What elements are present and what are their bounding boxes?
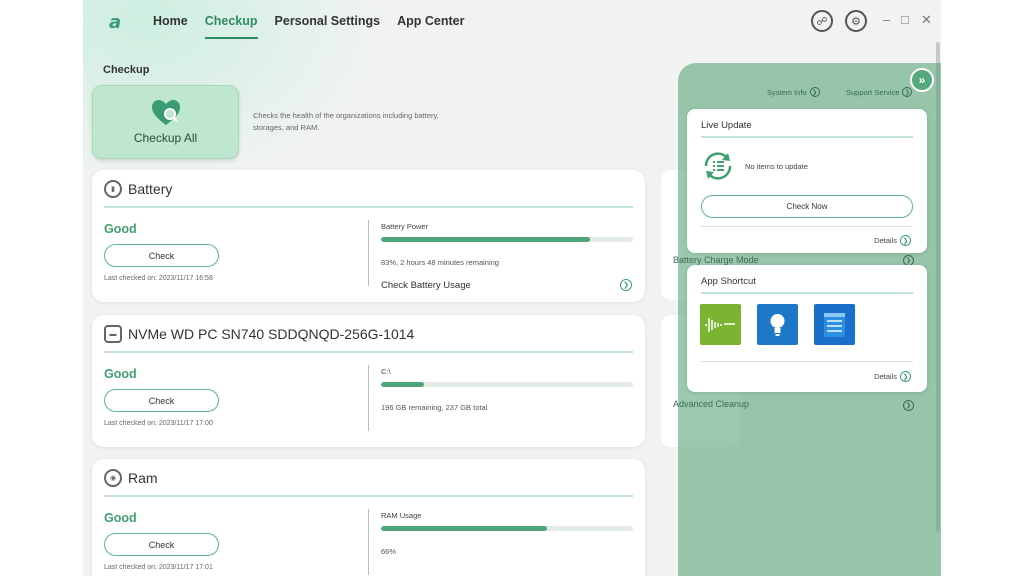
storage-progress-bar (381, 382, 633, 387)
storage-status: Good (104, 367, 137, 381)
battery-icon: ▮ (104, 180, 122, 198)
divider (701, 361, 913, 362)
details-label: Details (874, 236, 897, 245)
system-info-label: System Info (767, 87, 807, 97)
battery-progress-bar (381, 237, 633, 242)
gear-icon[interactable]: ⚙ (845, 10, 867, 32)
close-icon[interactable]: ✕ (921, 12, 932, 28)
app-window: a Home Checkup Personal Settings App Cen… (83, 0, 941, 576)
live-update-title: Live Update (701, 120, 752, 131)
section-title: Checkup (103, 64, 150, 76)
nav-home[interactable]: Home (153, 14, 188, 39)
system-info-link[interactable]: System Info ❯ (767, 87, 820, 97)
app-shortcut-panel: App Shortcut Details ❯ (687, 265, 927, 392)
battery-card: ▮ Battery Good Check Last checked on: 20… (92, 170, 645, 302)
top-bar: a Home Checkup Personal Settings App Cen… (83, 0, 941, 44)
drive-icon: ▬ (104, 325, 122, 343)
folder-app-icon[interactable] (814, 304, 855, 345)
ram-last-checked: Last checked on: 2023/11/17 17:01 (104, 564, 213, 571)
nav-app-center[interactable]: App Center (397, 14, 464, 39)
storage-progress-fill (381, 382, 424, 387)
advanced-cleanup-label[interactable]: Advanced Cleanup (673, 399, 749, 409)
live-update-panel: Live Update No items to update Check Now… (687, 109, 927, 253)
main-nav: Home Checkup Personal Settings App Cente… (153, 14, 465, 39)
app-logo: a (109, 12, 122, 33)
ram-usage-percent: 66% (381, 547, 397, 556)
ram-status: Good (104, 511, 137, 525)
battery-power-label: Battery Power (381, 222, 429, 231)
chip-icon: ◉ (104, 469, 122, 487)
battery-card-header: ▮ Battery (104, 180, 172, 198)
divider (701, 136, 913, 138)
storage-card: ▬ NVMe WD PC SN740 SDDQNQD-256G-1014 Goo… (92, 315, 645, 447)
live-update-details-link[interactable]: Details ❯ (874, 235, 911, 246)
arrow-right-icon: ❯ (902, 87, 913, 97)
vertical-divider (368, 220, 369, 286)
checkup-all-button[interactable]: Checkup All (92, 85, 239, 159)
checkup-all-label: Checkup All (133, 131, 198, 145)
ram-progress-bar (381, 526, 633, 531)
no-updates-message: No items to update (745, 162, 808, 171)
support-service-label: Support Service (846, 87, 900, 97)
minimize-icon[interactable]: – (883, 12, 890, 27)
arrow-right-icon: ❯ (809, 87, 820, 97)
battery-title: Battery (128, 181, 173, 197)
divider (701, 226, 913, 227)
battery-status: Good (104, 222, 137, 236)
divider (104, 351, 633, 353)
details-label: Details (874, 372, 897, 381)
ram-check-button[interactable]: Check (104, 533, 219, 556)
storage-last-checked: Last checked on: 2023/11/17 17:00 (104, 420, 213, 427)
check-now-button[interactable]: Check Now (701, 195, 913, 218)
storage-remaining: 196 GB remaining, 237 GB total (381, 403, 488, 412)
storage-title: NVMe WD PC SN740 SDDQNQD-256G-1014 (128, 326, 415, 342)
refresh-list-icon (704, 152, 732, 180)
lightbulb-app-icon[interactable] (757, 304, 798, 345)
arrow-right-icon: ❯ (900, 235, 911, 246)
ram-usage-label: RAM Usage (381, 511, 422, 520)
headset-icon[interactable]: ☍ (811, 10, 833, 32)
battery-progress-fill (381, 237, 591, 242)
support-service-link[interactable]: Support Service ❯ (846, 87, 913, 97)
battery-last-checked: Last checked on: 2023/11/17 16:58 (104, 275, 213, 282)
arrow-right-icon[interactable]: ❯ (620, 279, 632, 291)
nav-checkup[interactable]: Checkup (204, 14, 258, 39)
heart-search-icon (151, 100, 180, 125)
drive-label: C:\ (381, 367, 391, 376)
ram-card: ◉ Ram Good Check Last checked on: 2023/1… (92, 459, 645, 576)
battery-check-button[interactable]: Check (104, 244, 219, 267)
vertical-divider (368, 509, 369, 575)
audio-app-icon[interactable] (700, 304, 741, 345)
divider (104, 206, 633, 208)
app-shortcut-details-link[interactable]: Details ❯ (874, 371, 911, 382)
battery-remaining: 83%, 2 hours 48 minutes remaining (381, 258, 499, 267)
ram-progress-fill (381, 526, 548, 531)
checkup-description: Checks the health of the organizations i… (253, 111, 439, 132)
check-battery-usage-link[interactable]: Check Battery Usage (381, 280, 471, 291)
divider (701, 292, 913, 294)
battery-charge-mode-label[interactable]: Battery Charge Mode (673, 255, 759, 265)
collapse-panel-button[interactable]: » (910, 68, 934, 92)
ram-title: Ram (128, 470, 158, 486)
storage-card-header: ▬ NVMe WD PC SN740 SDDQNQD-256G-1014 (104, 325, 414, 343)
arrow-right-icon[interactable]: ❯ (903, 400, 914, 411)
maximize-icon[interactable]: □ (901, 12, 909, 27)
vertical-divider (368, 365, 369, 431)
app-shortcut-title: App Shortcut (701, 276, 756, 287)
storage-check-button[interactable]: Check (104, 389, 219, 412)
ram-card-header: ◉ Ram (104, 469, 158, 487)
arrow-right-icon: ❯ (900, 371, 911, 382)
nav-personal-settings[interactable]: Personal Settings (275, 14, 381, 39)
divider (104, 495, 633, 497)
